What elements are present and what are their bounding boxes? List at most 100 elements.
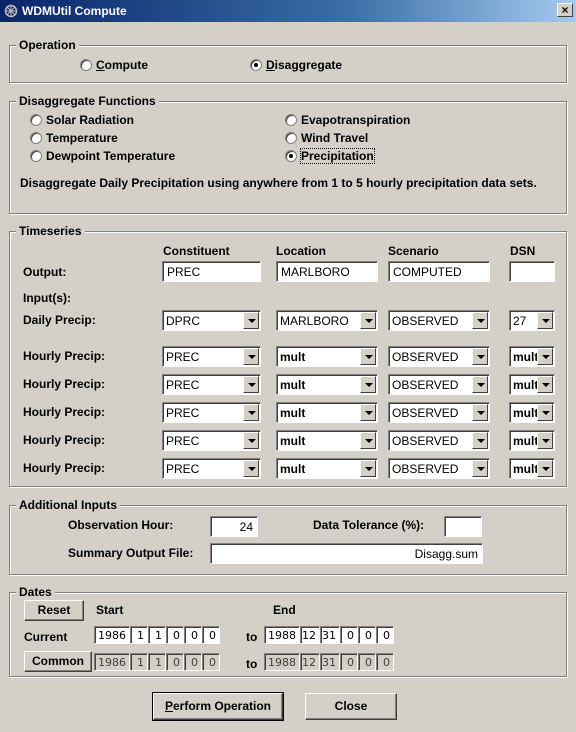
close-icon[interactable]: × [557, 3, 573, 17]
disaggregate-label: isaggregate [274, 58, 343, 72]
dropdown-arrow-icon[interactable] [537, 460, 553, 477]
dsn-select[interactable]: 27 [509, 310, 555, 331]
dsn-select[interactable]: mult [509, 346, 555, 367]
constituent-select[interactable]: PREC [162, 374, 261, 395]
output-scenario-field[interactable]: COMPUTED [388, 261, 490, 282]
dropdown-arrow-icon[interactable] [360, 404, 376, 421]
scenario-select[interactable]: OBSERVED [388, 374, 490, 395]
dropdown-arrow-icon[interactable] [243, 404, 259, 421]
dropdown-arrow-icon[interactable] [243, 432, 259, 449]
dsn-select[interactable]: mult [509, 402, 555, 423]
scenario-select[interactable]: OBSERVED [388, 458, 490, 479]
dropdown-arrow-icon[interactable] [243, 376, 259, 393]
solar-radiation-label: Solar Radiation [46, 113, 135, 127]
location-select[interactable]: mult [276, 374, 378, 395]
scenario-select[interactable]: OBSERVED [388, 310, 490, 331]
current-end-day[interactable]: 31 [320, 626, 340, 644]
dropdown-arrow-icon[interactable] [472, 348, 488, 365]
function-description: Disaggregate Daily Precipitation using a… [20, 176, 537, 190]
dropdown-arrow-icon[interactable] [537, 404, 553, 421]
current-end-second[interactable]: 0 [376, 626, 394, 644]
precipitation-radio[interactable]: Precipitation [285, 148, 375, 164]
current-start-month[interactable]: 1 [130, 626, 148, 644]
location-select[interactable]: mult [276, 346, 378, 367]
select-value: OBSERVED [392, 378, 459, 392]
dropdown-arrow-icon[interactable] [537, 348, 553, 365]
dates-group: Dates Reset Start End Current 1986 1 1 0… [9, 585, 567, 677]
dropdown-arrow-icon[interactable] [360, 312, 376, 329]
dropdown-arrow-icon[interactable] [472, 404, 488, 421]
compute-radio[interactable]: Compute [80, 58, 148, 72]
constituent-select[interactable]: PREC [162, 346, 261, 367]
perform-operation-button[interactable]: Perform Operation [152, 692, 284, 721]
common-start-year: 1986 [94, 653, 130, 671]
temperature-radio[interactable]: Temperature [30, 131, 118, 145]
current-start-day[interactable]: 1 [148, 626, 166, 644]
current-start-hour[interactable]: 0 [166, 626, 184, 644]
dsn-select[interactable]: mult [509, 430, 555, 451]
title-bar[interactable]: WDMUtil Compute × [0, 0, 576, 22]
row-label: Daily Precip: [23, 313, 96, 327]
dropdown-arrow-icon[interactable] [537, 312, 553, 329]
dropdown-arrow-icon[interactable] [243, 312, 259, 329]
current-start-year[interactable]: 1986 [94, 626, 130, 644]
dropdown-arrow-icon[interactable] [243, 348, 259, 365]
evapotranspiration-radio[interactable]: Evapotranspiration [285, 113, 410, 127]
location-select[interactable]: mult [276, 458, 378, 479]
common-end-minute: 0 [358, 653, 376, 671]
output-dsn-field[interactable] [509, 261, 555, 282]
dropdown-arrow-icon[interactable] [472, 312, 488, 329]
summary-output-file-field[interactable]: Disagg.sum [210, 543, 483, 564]
scenario-header: Scenario [388, 244, 439, 258]
output-location-field[interactable]: MARLBORO [276, 261, 378, 282]
dropdown-arrow-icon[interactable] [243, 460, 259, 477]
additional-inputs-legend: Additional Inputs [16, 498, 120, 512]
dropdown-arrow-icon[interactable] [360, 432, 376, 449]
dropdown-arrow-icon[interactable] [472, 432, 488, 449]
current-end-month[interactable]: 12 [300, 626, 320, 644]
reset-button[interactable]: Reset [24, 600, 84, 621]
constituent-select[interactable]: DPRC [162, 310, 261, 331]
select-value: mult [513, 462, 539, 476]
common-button[interactable]: Common [24, 651, 92, 672]
constituent-select[interactable]: PREC [162, 430, 261, 451]
current-start-minute[interactable]: 0 [184, 626, 202, 644]
wind-travel-radio[interactable]: Wind Travel [285, 131, 368, 145]
select-value: mult [513, 350, 539, 364]
operation-group: Operation Compute Disaggregate [9, 38, 567, 83]
current-end-minute[interactable]: 0 [358, 626, 376, 644]
dsn-select[interactable]: mult [509, 458, 555, 479]
end-label: End [273, 603, 296, 617]
scenario-select[interactable]: OBSERVED [388, 346, 490, 367]
dropdown-arrow-icon[interactable] [360, 376, 376, 393]
additional-inputs-group: Additional Inputs Observation Hour: 24 D… [9, 498, 567, 575]
radio-on-icon [250, 59, 262, 71]
location-select[interactable]: mult [276, 402, 378, 423]
location-select[interactable]: MARLBORO [276, 310, 378, 331]
scenario-select[interactable]: OBSERVED [388, 430, 490, 451]
constituent-select[interactable]: PREC [162, 402, 261, 423]
constituent-select[interactable]: PREC [162, 458, 261, 479]
dsn-select[interactable]: mult [509, 374, 555, 395]
dropdown-arrow-icon[interactable] [360, 348, 376, 365]
dropdown-arrow-icon[interactable] [537, 432, 553, 449]
data-tolerance-field[interactable] [444, 516, 482, 537]
dropdown-arrow-icon[interactable] [360, 460, 376, 477]
current-end-hour[interactable]: 0 [340, 626, 358, 644]
dropdown-arrow-icon[interactable] [472, 376, 488, 393]
select-value: mult [280, 350, 306, 364]
solar-radiation-radio[interactable]: Solar Radiation [30, 113, 134, 127]
disaggregate-radio[interactable]: Disaggregate [250, 58, 342, 72]
functions-group: Disaggregate Functions Solar Radiation T… [9, 94, 567, 214]
scenario-select[interactable]: OBSERVED [388, 402, 490, 423]
location-select[interactable]: mult [276, 430, 378, 451]
dropdown-arrow-icon[interactable] [537, 376, 553, 393]
dewpoint-temperature-radio[interactable]: Dewpoint Temperature [30, 149, 175, 163]
radio-off-icon [30, 114, 42, 126]
close-button[interactable]: Close [305, 693, 397, 720]
observation-hour-field[interactable]: 24 [210, 516, 258, 537]
current-end-year[interactable]: 1988 [264, 626, 300, 644]
current-start-second[interactable]: 0 [202, 626, 220, 644]
output-constituent-field[interactable]: PREC [162, 261, 261, 282]
dropdown-arrow-icon[interactable] [472, 460, 488, 477]
